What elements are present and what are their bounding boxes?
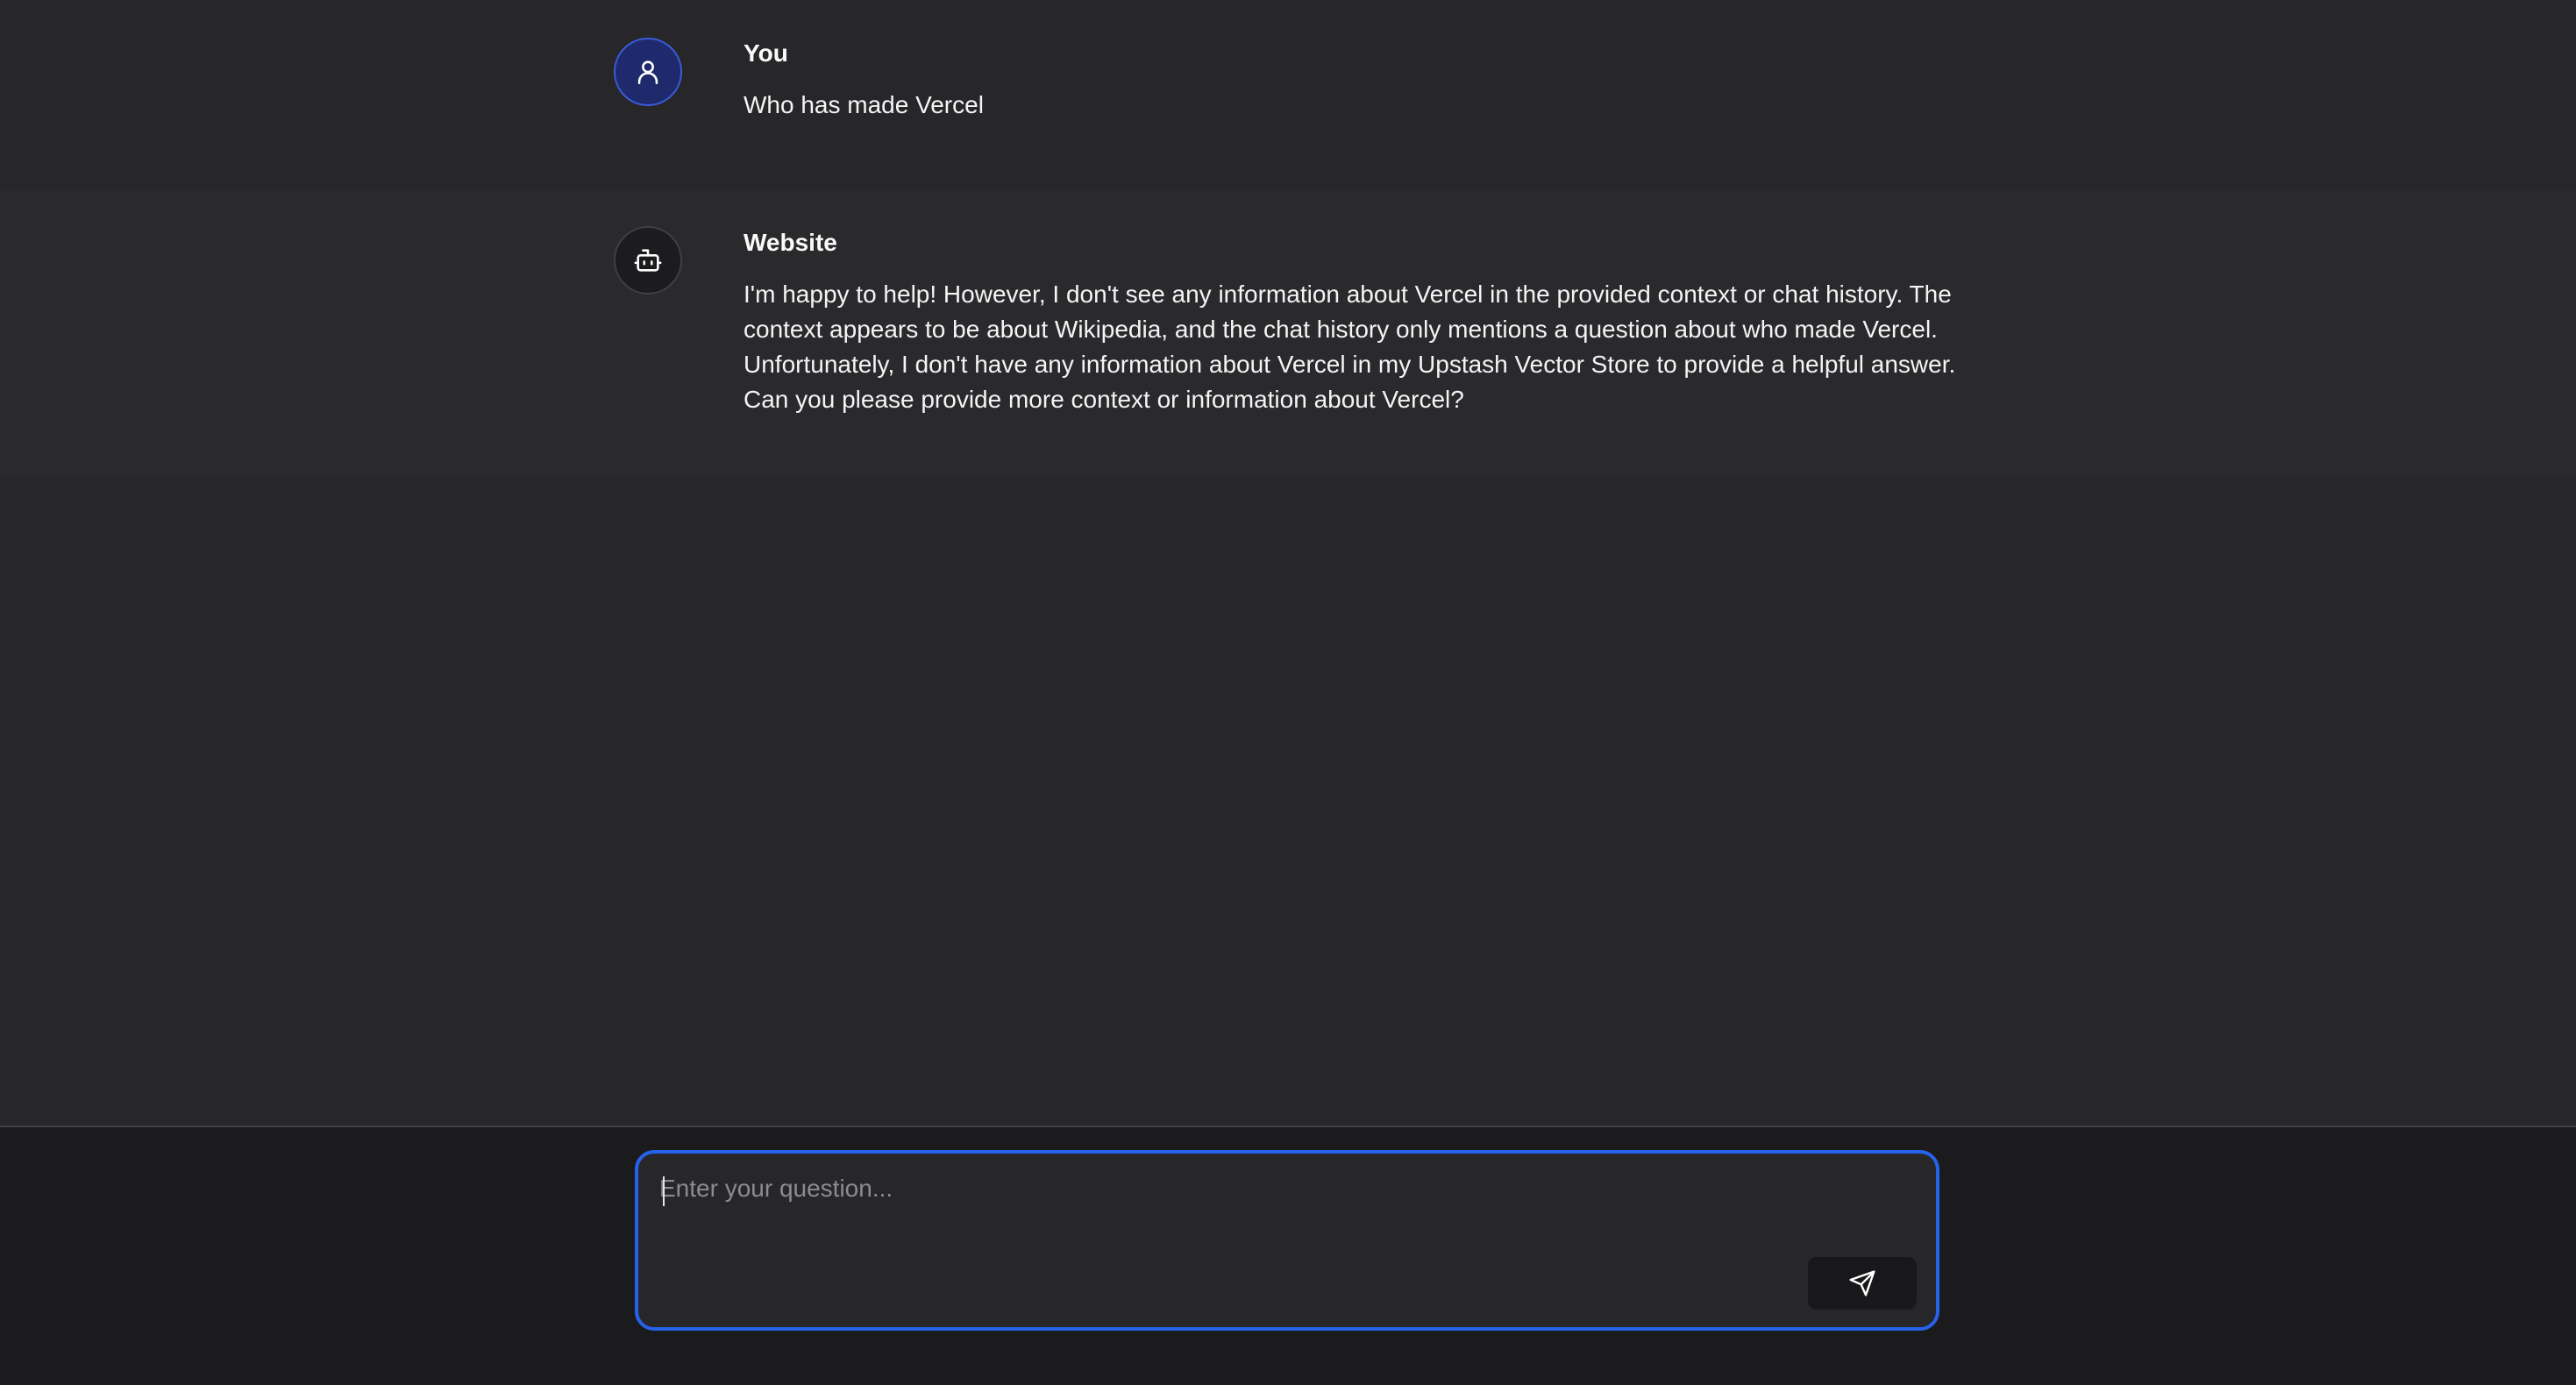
assistant-message: Website I'm happy to help! However, I do… bbox=[0, 189, 2576, 479]
question-input[interactable] bbox=[659, 1171, 1887, 1259]
user-icon bbox=[637, 60, 658, 85]
user-message: You Who has made Vercel bbox=[0, 0, 2576, 189]
chat-app: You Who has made Vercel Website I'm happ… bbox=[0, 0, 2576, 1385]
message-text: Who has made Vercel bbox=[744, 91, 984, 118]
send-button[interactable] bbox=[1808, 1257, 1917, 1310]
message-sender: You bbox=[744, 39, 788, 67]
bot-icon bbox=[634, 249, 662, 272]
user-message-body: You Who has made Vercel bbox=[744, 39, 1971, 123]
text-caret bbox=[663, 1176, 665, 1206]
user-avatar bbox=[614, 38, 682, 106]
message-text: I'm happy to help! However, I don't see … bbox=[744, 281, 1956, 413]
composer-footer bbox=[0, 1126, 2576, 1385]
bot-avatar bbox=[614, 226, 682, 295]
send-icon bbox=[1849, 1270, 1875, 1296]
message-list: You Who has made Vercel Website I'm happ… bbox=[0, 0, 2576, 1126]
question-input-box bbox=[635, 1150, 1939, 1331]
assistant-message-body: Website I'm happy to help! However, I do… bbox=[744, 228, 1971, 417]
message-sender: Website bbox=[744, 229, 837, 256]
